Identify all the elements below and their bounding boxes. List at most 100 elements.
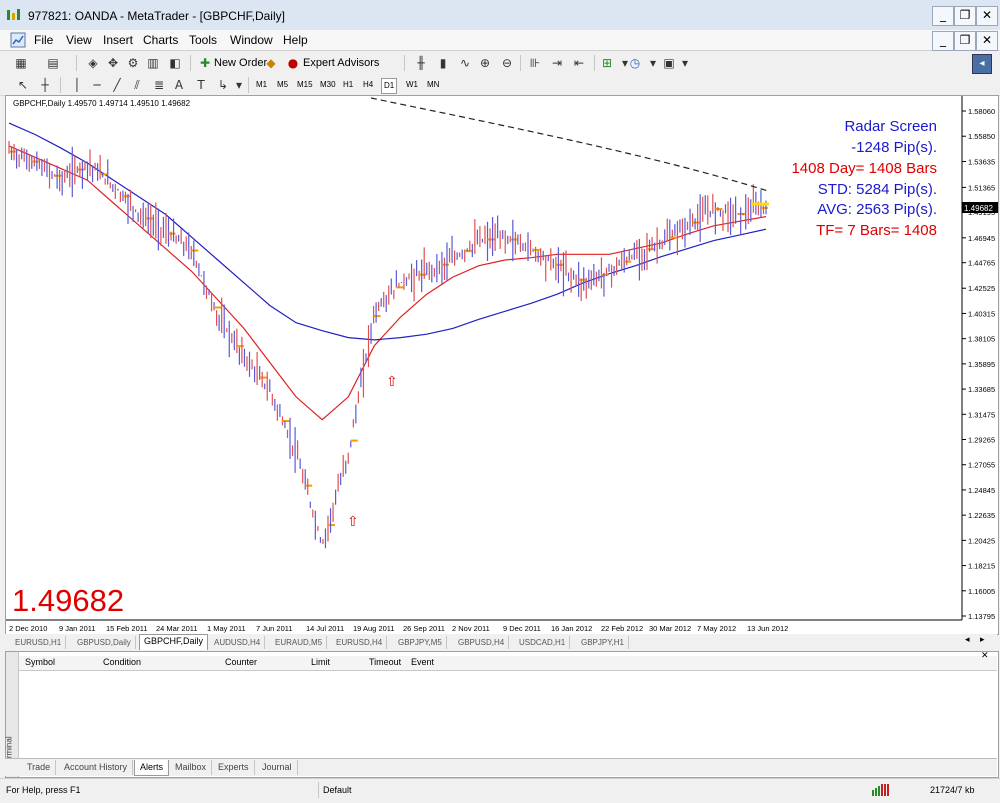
x-tick-label: 16 Jan 2012 <box>551 624 592 633</box>
crosshair-icon[interactable]: ┼ <box>36 76 54 94</box>
timeframe-h1[interactable]: H1 <box>341 78 355 92</box>
y-tick-label: 1.27055 <box>968 461 995 470</box>
col-event[interactable]: Event <box>411 657 434 667</box>
chart-doc-icon[interactable] <box>10 32 26 48</box>
chart-window[interactable]: 1.580601.558501.536351.513651.491951.469… <box>5 95 999 635</box>
navigator-icon[interactable]: ⚙ <box>124 54 142 72</box>
clock-periods-icon[interactable]: ◷ <box>626 54 644 72</box>
x-tick-label: 2 Nov 2011 <box>452 624 490 633</box>
x-tick-label: 2 Dec 2010 <box>9 624 47 633</box>
timeframe-m5[interactable]: M5 <box>275 78 290 92</box>
chart-tab[interactable]: USDCAD,H1 <box>515 636 571 649</box>
chart-shift-icon[interactable]: ⇤ <box>570 54 588 72</box>
col-condition[interactable]: Condition <box>103 657 141 667</box>
y-tick-label: 1.13795 <box>968 612 995 621</box>
col-symbol[interactable]: Symbol <box>25 657 55 667</box>
tab-scroll-left-icon[interactable]: ◂ <box>965 635 970 645</box>
cursor-icon[interactable]: ↖ <box>14 76 32 94</box>
chart-tab[interactable]: EURUSD,H4 <box>332 636 388 649</box>
line-chart-icon[interactable]: ∿ <box>456 54 474 72</box>
status-traffic: 21724/7 kb <box>930 785 975 795</box>
timeframe-h4[interactable]: H4 <box>361 78 375 92</box>
terminal-tabs: Trade Account History Alerts Mailbox Exp… <box>5 758 997 776</box>
child-restore-button[interactable]: ❐ <box>954 31 976 51</box>
big-price: 1.49682 <box>12 583 124 618</box>
chart-tab[interactable]: GBPUSD,H4 <box>454 636 510 649</box>
timeframe-m30[interactable]: M30 <box>318 78 338 92</box>
tab-experts[interactable]: Experts <box>213 760 255 775</box>
menu-file[interactable]: File <box>34 33 53 47</box>
col-limit[interactable]: Limit <box>311 657 330 667</box>
child-minimize-button[interactable]: _ <box>932 31 954 51</box>
x-tick-label: 14 Jul 2011 <box>306 624 344 633</box>
menu-window[interactable]: Window <box>230 33 273 47</box>
metaeditor-icon[interactable]: ◆ <box>262 54 280 72</box>
expert-advisors-button[interactable]: Expert Advisors <box>303 57 379 69</box>
timeframe-m15[interactable]: M15 <box>295 78 315 92</box>
timeframe-w1[interactable]: W1 <box>404 78 420 92</box>
tab-journal[interactable]: Journal <box>257 760 298 775</box>
x-tick-label: 24 Mar 2011 <box>156 624 198 633</box>
price-chart[interactable]: 1.580601.558501.536351.513651.491951.469… <box>6 96 998 634</box>
equidistant-channel-icon[interactable]: ⫽ <box>128 76 146 94</box>
data-window-icon[interactable]: ✥ <box>104 54 122 72</box>
profiles-icon[interactable]: ▤ <box>44 54 62 72</box>
menu-insert[interactable]: Insert <box>103 33 133 47</box>
terminal-icon[interactable]: ▥ <box>144 54 162 72</box>
chart-tab[interactable]: AUDUSD,H4 <box>210 636 266 649</box>
chart-tab[interactable]: EURUSD,H1 <box>11 636 67 649</box>
tile-windows-icon[interactable]: ⊪ <box>526 54 544 72</box>
market-watch-icon[interactable]: ◈ <box>84 54 102 72</box>
timeframe-d1[interactable]: D1 <box>381 78 398 94</box>
close-icon[interactable]: ✕ <box>981 651 989 661</box>
new-chart-icon[interactable]: ▦ <box>12 54 30 72</box>
y-tick-label: 1.33685 <box>968 385 995 394</box>
dropdown-arrow-icon[interactable]: ▾ <box>676 54 694 72</box>
autoscroll-icon[interactable]: ⇥ <box>548 54 566 72</box>
minimize-button[interactable]: _ <box>932 6 954 26</box>
periods-icon[interactable] <box>606 54 624 72</box>
tab-scroll-right-icon[interactable]: ▸ <box>980 635 985 645</box>
col-timeout[interactable]: Timeout <box>369 657 401 667</box>
bar-chart-icon[interactable]: ╫ <box>412 54 430 72</box>
menu-bar: File View Insert Charts Tools Window Hel… <box>0 30 1000 51</box>
candlesticks-icon[interactable]: ▮ <box>434 54 452 72</box>
horizontal-line-icon[interactable]: ─ <box>88 76 106 94</box>
vertical-line-icon[interactable]: │ <box>68 76 86 94</box>
menu-help[interactable]: Help <box>283 33 308 47</box>
text-label-icon[interactable]: T <box>192 76 210 94</box>
col-counter[interactable]: Counter <box>225 657 257 667</box>
y-tick-label: 1.18215 <box>968 562 995 571</box>
dropdown-arrow-icon[interactable]: ▾ <box>230 76 248 94</box>
notification-icon[interactable]: ◂ <box>972 54 992 74</box>
chart-tab[interactable]: GBPJPY,M5 <box>394 636 447 649</box>
tab-mailbox[interactable]: Mailbox <box>170 760 213 775</box>
fibonacci-icon[interactable]: ≣ <box>150 76 168 94</box>
sma-series <box>8 122 767 341</box>
timeframe-mn[interactable]: MN <box>425 78 441 92</box>
trendline-icon[interactable]: ╱ <box>108 76 126 94</box>
new-order-icon[interactable]: ✚ <box>196 54 214 72</box>
window-title: 977821: OANDA - MetaTrader - [GBPCHF,Dai… <box>28 9 285 23</box>
tab-trade[interactable]: Trade <box>22 760 57 775</box>
menu-view[interactable]: View <box>66 33 92 47</box>
menu-tools[interactable]: Tools <box>189 33 217 47</box>
tab-account-history[interactable]: Account History <box>59 760 134 775</box>
tab-alerts[interactable]: Alerts <box>134 760 170 776</box>
chart-tab[interactable]: GBPJPY,H1 <box>577 636 629 649</box>
chart-tab[interactable]: EURAUD,M5 <box>271 636 328 649</box>
child-close-button[interactable]: ✕ <box>976 31 998 51</box>
zoom-out-icon[interactable]: ⊖ <box>498 54 516 72</box>
menu-charts[interactable]: Charts <box>143 33 178 47</box>
expert-advisors-icon[interactable]: ● <box>284 54 302 72</box>
chart-tab-active[interactable]: GBPCHF,Daily <box>139 634 209 650</box>
new-order-button[interactable]: New Order <box>214 57 267 69</box>
zoom-in-icon[interactable]: ⊕ <box>476 54 494 72</box>
x-tick-label: 15 Feb 2011 <box>106 624 148 633</box>
chart-tab[interactable]: GBPUSD,Daily <box>73 636 136 649</box>
timeframe-m1[interactable]: M1 <box>254 78 269 92</box>
restore-button[interactable]: ❐ <box>954 6 976 26</box>
strategy-tester-icon[interactable]: ◧ <box>166 54 184 72</box>
text-icon[interactable]: A <box>170 76 188 94</box>
close-button[interactable]: ✕ <box>976 6 998 26</box>
